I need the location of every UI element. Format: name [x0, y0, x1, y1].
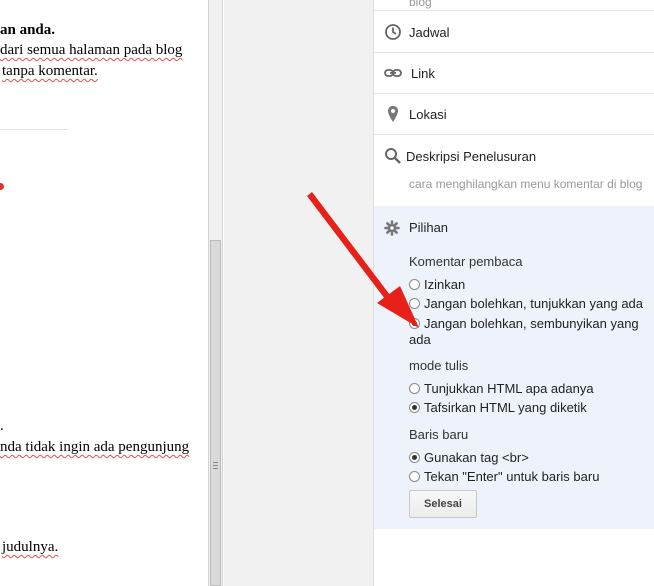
settings-item-deskripsi[interactable]: Deskripsi Penelusuran cara menghilangkan…: [374, 135, 654, 206]
settings-item-label: Deskripsi Penelusuran: [406, 149, 537, 164]
settings-item-label: Link: [411, 66, 435, 81]
option-label: Jangan bolehkan, sembunyikan yang ada: [409, 316, 639, 347]
settings-item-link[interactable]: Link: [374, 53, 654, 94]
radio-sembunyikan[interactable]: Jangan bolehkan, sembunyikan yang ada: [409, 316, 649, 348]
post-settings-panel: blog Jadwal Link Lokasi Deskripsi Penelu…: [373, 0, 654, 586]
editor-scrollbar[interactable]: [208, 0, 223, 586]
location-pin-icon: [388, 106, 398, 122]
editor-line: tanpa komentar.: [2, 63, 98, 79]
post-editor[interactable]: an anda. dari semua halaman pada blog ta…: [0, 0, 208, 586]
radio-button[interactable]: [409, 383, 420, 394]
radio-button[interactable]: [409, 471, 420, 482]
pilihan-section: Pilihan Komentar pembaca Izinkan Jangan …: [374, 206, 654, 529]
option-label: Jangan bolehkan, tunjukkan yang ada: [424, 296, 644, 311]
radio-button-selected[interactable]: [409, 402, 420, 413]
link-icon: [384, 69, 402, 77]
settings-item-label: Lokasi: [409, 107, 447, 122]
gutter: [224, 0, 373, 586]
editor-divider: [0, 129, 68, 130]
option-label: Tafsirkan HTML yang diketik: [424, 400, 587, 415]
settings-item-lokasi[interactable]: Lokasi: [374, 94, 654, 135]
komentar-label: Komentar pembaca: [409, 254, 523, 269]
option-label: Tunjukkan HTML apa adanya: [424, 381, 594, 396]
option-label: Gunakan tag <br>: [424, 450, 529, 465]
gear-icon: [384, 220, 400, 236]
grip-icon: [213, 462, 218, 471]
radio-tekan-enter[interactable]: Tekan "Enter" untuk baris baru: [409, 469, 599, 485]
mode-tulis-label: mode tulis: [409, 358, 469, 373]
deskripsi-value: cara menghilangkan menu komentar di blog: [409, 177, 643, 191]
editor-line: an anda.: [0, 22, 56, 38]
radio-button-selected[interactable]: [409, 452, 420, 463]
radio-gunakan-br[interactable]: Gunakan tag <br>: [409, 450, 529, 466]
radio-tafsirkan-html[interactable]: Tafsirkan HTML yang diketik: [409, 400, 587, 416]
option-label: Tekan "Enter" untuk baris baru: [424, 469, 600, 484]
settings-item-label: Jadwal: [409, 25, 450, 40]
radio-tunjukkan[interactable]: Jangan bolehkan, tunjukkan yang ada: [409, 296, 643, 312]
label-fragment: blog: [409, 0, 432, 9]
scrollbar-thumb[interactable]: [210, 240, 221, 586]
search-icon: [385, 148, 401, 164]
editor-line: .: [0, 418, 4, 434]
pilihan-title: Pilihan: [409, 220, 449, 235]
clock-icon: [385, 24, 401, 40]
radio-button[interactable]: [409, 298, 420, 309]
editor-line: dari semua halaman pada blog: [0, 42, 183, 58]
radio-izinkan[interactable]: Izinkan: [409, 277, 465, 293]
radio-tunjukkan-html[interactable]: Tunjukkan HTML apa adanya: [409, 381, 594, 397]
editor-red-mark: [0, 183, 4, 190]
settings-item-jadwal[interactable]: Jadwal: [374, 11, 654, 53]
editor-line: nda tidak ingin ada pengunjung: [0, 439, 190, 455]
radio-button-selected[interactable]: [409, 318, 420, 329]
option-label: Izinkan: [424, 277, 466, 292]
radio-button[interactable]: [409, 279, 420, 290]
editor-line: judulnya.: [2, 539, 59, 555]
selesai-button[interactable]: Selesai: [409, 490, 477, 518]
baris-baru-label: Baris baru: [409, 427, 469, 442]
